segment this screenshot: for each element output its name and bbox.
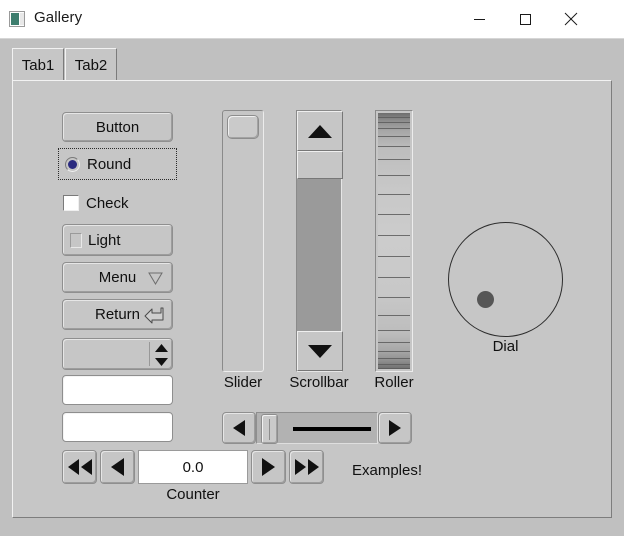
triangle-down-icon [308, 344, 332, 358]
triangle-up-icon [154, 344, 168, 352]
check-checkbox-label: Check [86, 194, 129, 212]
counter-fast-forward-button[interactable] [289, 450, 324, 484]
hslider-right-button[interactable] [378, 412, 412, 444]
roller-label: Roller [374, 374, 414, 391]
examples-label: Examples! [352, 462, 423, 479]
triangle-down-icon [154, 358, 168, 366]
double-right-arrow-icon [294, 459, 319, 475]
triangle-up-icon [308, 124, 332, 138]
gallery-button[interactable]: Button [62, 112, 173, 142]
round-radio-label: Round [87, 155, 132, 173]
scrollbar-up-button[interactable] [297, 111, 343, 151]
spinner-input[interactable] [62, 338, 173, 370]
scrollbar-down-button[interactable] [297, 331, 343, 371]
light-led-icon [70, 232, 82, 248]
maximize-button[interactable] [502, 0, 548, 38]
scrollbar-label: Scrollbar [289, 374, 349, 391]
horizontal-value-slider [222, 412, 412, 444]
scrollbar-thumb[interactable] [297, 151, 343, 179]
tab-tab1-label: Tab1 [21, 56, 55, 74]
app-window-icon [9, 11, 25, 27]
counter-forward-button[interactable] [251, 450, 286, 484]
window-titlebar: Gallery [0, 0, 624, 39]
counter-label: Counter [166, 486, 220, 503]
right-arrow-icon [389, 420, 401, 436]
dial-label: Dial [492, 338, 519, 355]
left-arrow-icon [233, 420, 245, 436]
tab-strip: Tab1 Tab2 [0, 38, 624, 82]
hslider-track[interactable] [256, 412, 378, 444]
radio-indicator-icon [65, 156, 80, 172]
tab-tab2[interactable]: Tab2 [65, 48, 117, 81]
vertical-roller[interactable] [375, 110, 413, 372]
menu-button[interactable]: Menu [62, 262, 173, 293]
dial-knob-icon [477, 291, 494, 308]
hslider-fill-line [293, 427, 371, 431]
right-arrow-icon [262, 458, 275, 476]
counter-rewind-button[interactable] [100, 450, 135, 484]
check-checkbox[interactable]: Check [63, 190, 173, 216]
tab-tab1[interactable]: Tab1 [12, 48, 64, 81]
hslider-thumb[interactable] [261, 414, 278, 444]
counter-value[interactable]: 0.0 [138, 450, 248, 484]
light-button[interactable]: Light [62, 224, 173, 256]
tab-tab2-label: Tab2 [74, 56, 108, 74]
counter-widget: 0.0 [62, 450, 324, 484]
spinner-divider [149, 342, 150, 366]
triangle-down-icon [148, 272, 163, 289]
double-left-arrow-icon [67, 459, 92, 475]
roller-drum [378, 113, 410, 369]
round-radio[interactable]: Round [58, 148, 177, 180]
close-button[interactable] [548, 0, 594, 38]
return-arrow-icon [144, 307, 164, 328]
vertical-scrollbar[interactable] [296, 110, 343, 372]
slider-label: Slider [223, 374, 263, 391]
light-button-label: Light [88, 231, 121, 249]
slider-thumb[interactable] [227, 115, 259, 139]
spinner-arrows[interactable] [154, 344, 168, 366]
vertical-slider[interactable] [222, 110, 264, 372]
hslider-left-button[interactable] [222, 412, 256, 444]
window-title: Gallery [34, 9, 83, 26]
counter-fast-rewind-button[interactable] [62, 450, 97, 484]
dial-widget[interactable] [448, 222, 563, 337]
checkbox-indicator-icon [63, 195, 79, 211]
left-arrow-icon [111, 458, 124, 476]
text-input-1[interactable] [62, 375, 173, 405]
gallery-button-label: Button [95, 118, 140, 136]
minimize-button[interactable] [456, 0, 502, 38]
return-button[interactable]: Return [62, 299, 173, 330]
text-input-2[interactable] [62, 412, 173, 442]
